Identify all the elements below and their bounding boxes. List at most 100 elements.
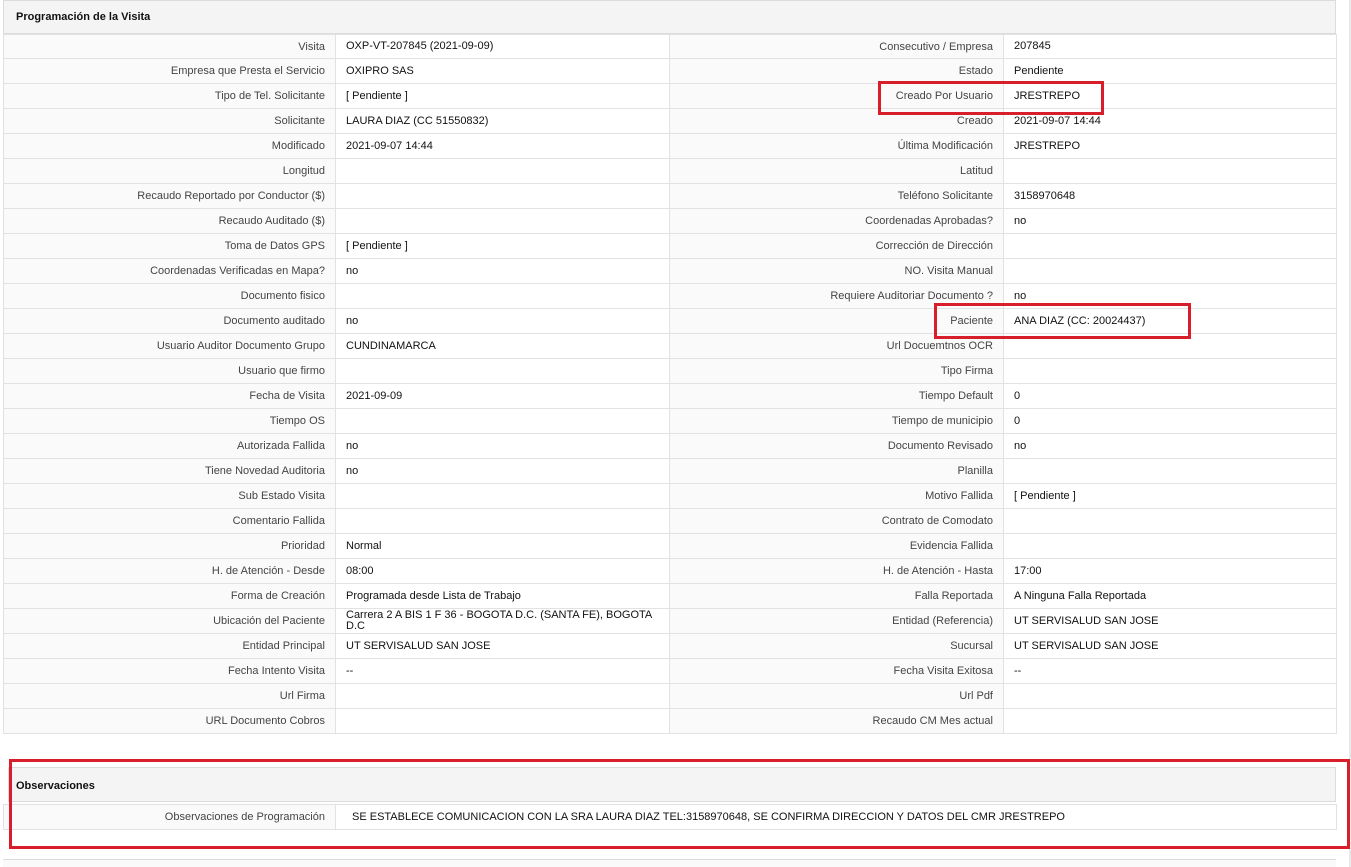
value-longitud [336,159,670,184]
next-section-edge [3,859,1336,867]
label-falla-reportada: Falla Reportada [670,584,1004,609]
value-consecutivo-empresa: 207845 [1004,34,1337,59]
value-documento-auditado: no [336,309,670,334]
value-autorizada-fallida: no [336,434,670,459]
table-row: Fecha Intento Visita -- Fecha Visita Exit… [3,659,1337,684]
label-entidad-referencia: Entidad (Referencia) [670,609,1004,634]
value-empresa-que-presta-el-servicio: OXIPRO SAS [336,59,670,84]
label-contrato-de-comodato: Contrato de Comodato [670,509,1004,534]
table-row: Modificado 2021-09-07 14:44 Última Modific… [3,134,1337,159]
label-consecutivo-empresa: Consecutivo / Empresa [670,34,1004,59]
value-telefono-solicitante: 3158970648 [1004,184,1337,209]
table-row: Tiempo OS Tiempo de municipio 0 [3,409,1337,434]
label-tipo-de-tel-solicitante: Tipo de Tel. Solicitante [3,84,336,109]
label-url-pdf: Url Pdf [670,684,1004,709]
visit-details-table: Visita OXP-VT-207845 (2021-09-09) Consecut… [3,34,1337,734]
label-entidad-principal: Entidad Principal [3,634,336,659]
label-tiempo-os: Tiempo OS [3,409,336,434]
value-url-pdf [1004,684,1337,709]
table-row: Coordenadas Verificadas en Mapa? no NO. V… [3,259,1337,284]
value-no-visita-manual [1004,259,1337,284]
label-tiempo-de-municipio: Tiempo de municipio [670,409,1004,434]
value-h-de-atencion-desde: 08:00 [336,559,670,584]
label-empresa-que-presta-el-servicio: Empresa que Presta el Servicio [3,59,336,84]
value-solicitante: LAURA DIAZ (CC 51550832) [336,109,670,134]
value-entidad-principal: UT SERVISALUD SAN JOSE [336,634,670,659]
value-recaudo-cm-mes-actual [1004,709,1337,734]
label-tiene-novedad-auditoria: Tiene Novedad Auditoria [3,459,336,484]
label-ultima-modificacion: Última Modificación [670,134,1004,159]
table-row: Forma de Creación Programada desde Lista … [3,584,1337,609]
value-forma-de-creacion: Programada desde Lista de Trabajo [336,584,670,609]
value-tipo-firma [1004,359,1337,384]
value-tiempo-default: 0 [1004,384,1337,409]
value-coordenadas-verificadas-en-mapa: no [336,259,670,284]
value-fecha-intento-visita: -- [336,659,670,684]
table-row: Autorizada Fallida no Documento Revisado … [3,434,1337,459]
label-planilla: Planilla [670,459,1004,484]
label-solicitante: Solicitante [3,109,336,134]
value-ubicacion-del-paciente: Carrera 2 A BIS 1 F 36 - BOGOTA D.C. (SA… [336,609,670,634]
value-usuario-auditor-documento-grupo: CUNDINAMARCA [336,334,670,359]
label-comentario-fallida: Comentario Fallida [3,509,336,534]
value-modificado: 2021-09-07 14:44 [336,134,670,159]
table-row: Fecha de Visita 2021-09-09 Tiempo Default… [3,384,1337,409]
label-recaudo-auditado: Recaudo Auditado ($) [3,209,336,234]
label-documento-revisado: Documento Revisado [670,434,1004,459]
value-coordenadas-aprobadas: no [1004,209,1337,234]
table-row: Url Firma Url Pdf [3,684,1337,709]
label-autorizada-fallida: Autorizada Fallida [3,434,336,459]
value-planilla [1004,459,1337,484]
label-modificado: Modificado [3,134,336,159]
highlight-creado-por-usuario [878,81,1104,115]
value-recaudo-reportado-por-conductor [336,184,670,209]
table-row: Tiene Novedad Auditoria no Planilla [3,459,1337,484]
value-prioridad: Normal [336,534,670,559]
label-longitud: Longitud [3,159,336,184]
label-telefono-solicitante: Teléfono Solicitante [670,184,1004,209]
value-fecha-de-visita: 2021-09-09 [336,384,670,409]
value-visita: OXP-VT-207845 (2021-09-09) [336,34,670,59]
table-row: Solicitante LAURA DIAZ (CC 51550832) Cread… [3,109,1337,134]
table-row: URL Documento Cobros Recaudo CM Mes actua… [3,709,1337,734]
section-title-programacion: Programación de la Visita [3,0,1336,34]
value-correccion-de-direccion [1004,234,1337,259]
value-url-firma [336,684,670,709]
label-forma-de-creacion: Forma de Creación [3,584,336,609]
value-documento-revisado: no [1004,434,1337,459]
label-evidencia-fallida: Evidencia Fallida [670,534,1004,559]
label-h-de-atencion-desde: H. de Atención - Desde [3,559,336,584]
table-row: Recaudo Auditado ($) Coordenadas Aprobada… [3,209,1337,234]
value-motivo-fallida: [ Pendiente ] [1004,484,1337,509]
label-motivo-fallida: Motivo Fallida [670,484,1004,509]
label-no-visita-manual: NO. Visita Manual [670,259,1004,284]
value-usuario-que-firmo [336,359,670,384]
label-fecha-de-visita: Fecha de Visita [3,384,336,409]
value-contrato-de-comodato [1004,509,1337,534]
label-tiempo-default: Tiempo Default [670,384,1004,409]
label-ubicacion-del-paciente: Ubicación del Paciente [3,609,336,634]
value-tiempo-os [336,409,670,434]
value-falla-reportada: A Ninguna Falla Reportada [1004,584,1337,609]
label-toma-de-datos-gps: Toma de Datos GPS [3,234,336,259]
label-usuario-auditor-documento-grupo: Usuario Auditor Documento Grupo [3,334,336,359]
value-tiene-novedad-auditoria: no [336,459,670,484]
label-sucursal: Sucursal [670,634,1004,659]
table-row: Tipo de Tel. Solicitante[ Pendiente ] Cre… [3,84,1337,109]
value-ultima-modificacion: JRESTREPO [1004,134,1337,159]
table-row: Sub Estado Visita Motivo Fallida[ Pendien… [3,484,1337,509]
value-h-de-atencion-hasta: 17:00 [1004,559,1337,584]
label-recaudo-cm-mes-actual: Recaudo CM Mes actual [670,709,1004,734]
value-evidencia-fallida [1004,534,1337,559]
label-tipo-firma: Tipo Firma [670,359,1004,384]
value-toma-de-datos-gps: [ Pendiente ] [336,234,670,259]
label-h-de-atencion-hasta: H. de Atención - Hasta [670,559,1004,584]
label-url-firma: Url Firma [3,684,336,709]
table-row: Toma de Datos GPS[ Pendiente ] Corrección… [3,234,1337,259]
value-documento-fisico [336,284,670,309]
value-recaudo-auditado [336,209,670,234]
label-fecha-visita-exitosa: Fecha Visita Exitosa [670,659,1004,684]
value-sub-estado-visita [336,484,670,509]
label-fecha-intento-visita: Fecha Intento Visita [3,659,336,684]
table-row: Empresa que Presta el Servicio OXIPRO SAS… [3,59,1337,84]
